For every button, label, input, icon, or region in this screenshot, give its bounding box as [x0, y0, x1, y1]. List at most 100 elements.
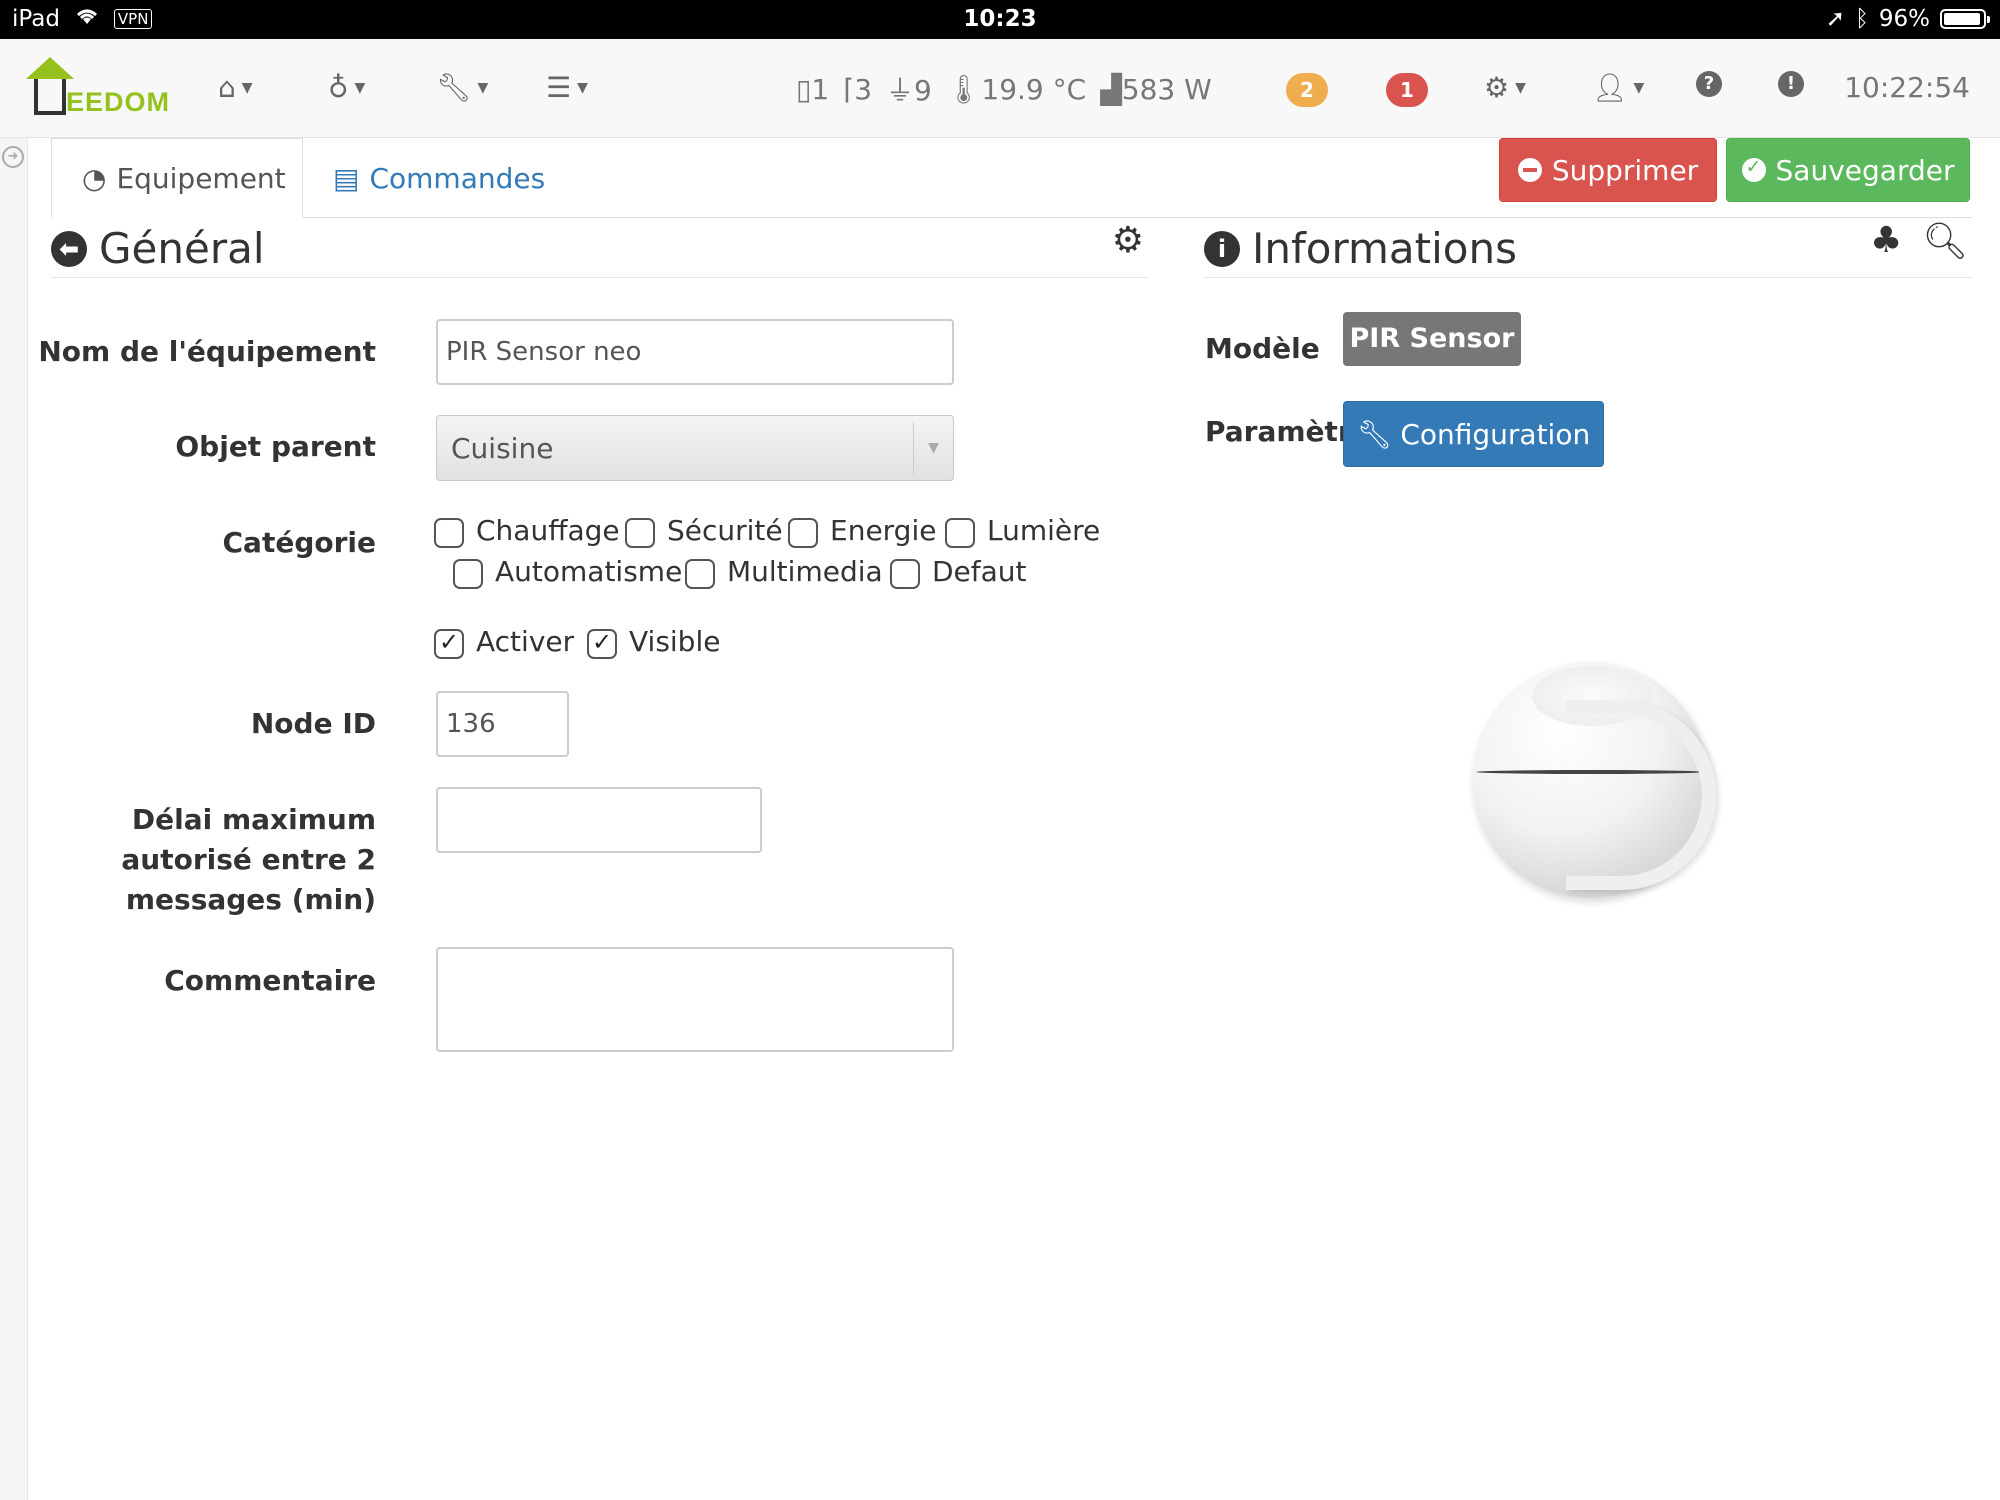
chevron-down-icon: ▼ — [1633, 79, 1645, 96]
activate-checkbox[interactable]: Activer — [434, 623, 574, 659]
save-button-label: Sauvegarder — [1775, 153, 1955, 187]
door-icon: ▯ — [796, 72, 812, 106]
tab-equipement[interactable]: ◔ Equipement — [51, 138, 303, 218]
checkbox-box[interactable] — [453, 559, 483, 589]
tasks-icon: ☰ — [546, 71, 572, 104]
delete-button[interactable]: Supprimer — [1499, 138, 1717, 202]
tree-icon[interactable]: ♣ — [1870, 220, 1902, 262]
global-summary[interactable]: ▯1 ⌈3 ⏚9 🌡︎19.9 °C ▟583 W — [796, 69, 1212, 109]
name-input[interactable]: PIR Sensor neo — [436, 319, 954, 385]
wrench-icon: 🔧︎ — [436, 71, 472, 104]
home-menu[interactable]: ⌂ ▼ — [218, 71, 253, 104]
comment-label: Commentaire — [164, 964, 376, 997]
parent-object-select[interactable]: Cuisine ▼ — [436, 415, 954, 481]
category-multimedia-checkbox[interactable]: Multimedia — [685, 553, 883, 589]
max-delay-label: Délai maximum autorisé entre 2 messages … — [121, 803, 376, 916]
tab-commandes-label: Commandes — [369, 161, 546, 195]
checkbox-box-checked[interactable] — [434, 628, 464, 659]
chevron-down-icon: ▼ — [241, 79, 253, 96]
list-alt-icon: ▤ — [333, 161, 360, 195]
window-summary[interactable]: ⌈3 — [843, 73, 872, 106]
general-title: Général — [99, 224, 265, 273]
info-circle-icon: i — [1204, 230, 1240, 267]
minus-circle-icon — [1517, 158, 1542, 182]
battery-fill — [1944, 13, 1981, 25]
model-label: Modèle — [1205, 332, 1320, 365]
arrow-right-circle-icon[interactable]: ➜ — [2, 146, 24, 168]
power-summary[interactable]: ▟583 W — [1100, 73, 1212, 106]
name-label: Nom de l'équipement — [38, 335, 376, 368]
area-chart-icon: ▟ — [1100, 72, 1122, 106]
warning-badge[interactable]: 2 — [1286, 73, 1328, 107]
checkbox-box[interactable] — [945, 518, 975, 548]
model-badge: PIR Sensor — [1343, 312, 1521, 366]
checkbox-box[interactable] — [625, 518, 655, 548]
category-securite-checkbox[interactable]: Sécurité — [625, 512, 783, 548]
exclamation-circle-icon: ! — [1778, 71, 1804, 97]
category-automatisme-checkbox[interactable]: Automatisme — [453, 553, 682, 589]
jeedom-logo[interactable]: EEDOM — [26, 57, 169, 119]
advanced-config-cogs-icon[interactable]: ⚙ — [1112, 220, 1144, 261]
category-energie-checkbox[interactable]: Energie — [788, 512, 936, 548]
logo-text: EEDOM — [66, 87, 171, 117]
device-image — [1472, 662, 1716, 906]
plugins-menu[interactable]: ☰ ▼ — [546, 71, 588, 104]
configuration-button-label: Configuration — [1400, 417, 1591, 451]
checkbox-box[interactable] — [434, 518, 464, 548]
thermometer-icon: 🌡︎ — [945, 72, 982, 106]
tab-commandes[interactable]: ▤ Commandes — [303, 138, 575, 218]
general-tools: ⚙ — [1112, 220, 1144, 261]
alert-badge[interactable]: 1 — [1386, 73, 1428, 107]
configuration-button[interactable]: 🔧︎ Configuration — [1343, 401, 1604, 467]
delete-button-label: Supprimer — [1551, 153, 1699, 187]
parent-object-label: Objet parent — [175, 430, 376, 463]
checkbox-box[interactable] — [788, 518, 818, 548]
information-section-header: i Informations ♣ 🔍︎ — [1204, 220, 1972, 278]
analysis-menu[interactable]: ♁ ▼ — [328, 71, 365, 104]
logo-house-body — [34, 79, 66, 115]
chevron-down-icon: ▼ — [477, 79, 489, 96]
system-status-bar: iPad VPN 10:23 ➚ ᛒ 96% — [0, 0, 2000, 39]
parent-object-value: Cuisine — [451, 431, 554, 465]
status-time: 10:23 — [963, 6, 1037, 32]
category-lumiere-checkbox[interactable]: Lumière — [945, 512, 1100, 548]
tab-equipement-label: Equipement — [116, 161, 286, 195]
chevron-down-icon: ▼ — [1515, 79, 1526, 96]
arrow-circle-left-icon[interactable]: ⬅ — [51, 230, 87, 267]
location-arrow-icon: ➚ — [1825, 6, 1846, 32]
category-chauffage-checkbox[interactable]: Chauffage — [434, 512, 620, 548]
top-navbar: EEDOM ⌂ ▼ ♁ ▼ 🔧︎ ▼ ☰ ▼ ▯1 ⌈3 ⏚9 🌡︎19.9 °C ▟5… — [0, 39, 2000, 138]
visible-checkbox[interactable]: Visible — [587, 623, 720, 659]
checkbox-box-checked[interactable] — [587, 628, 617, 659]
node-id-label: Node ID — [250, 707, 376, 740]
chevron-down-icon: ▼ — [913, 422, 953, 474]
user-menu[interactable]: 👤︎ ▼ — [1592, 71, 1644, 104]
check-circle-icon — [1741, 156, 1766, 182]
plug-summary[interactable]: ⏚9 — [886, 69, 932, 109]
category-label: Catégorie — [222, 526, 377, 559]
checkbox-box[interactable] — [685, 559, 715, 589]
checkbox-box[interactable] — [890, 559, 920, 589]
category-defaut-checkbox[interactable]: Defaut — [890, 553, 1027, 589]
sidebar-toggle-strip[interactable]: ➜ — [0, 138, 28, 1500]
information-title: Informations — [1252, 224, 1518, 273]
node-id-input[interactable]: 136 — [436, 691, 569, 757]
cogs-icon: ⚙ — [1484, 71, 1510, 104]
battery-percent: 96% — [1878, 6, 1930, 32]
wrench-icon: 🔧︎ — [1356, 417, 1393, 451]
temperature-summary[interactable]: 🌡︎19.9 °C — [946, 73, 1086, 106]
stethoscope-icon: ♁ — [328, 71, 349, 104]
help-button[interactable]: ? — [1696, 71, 1722, 97]
door-summary[interactable]: ▯1 — [796, 73, 829, 106]
battery-icon — [1940, 9, 1990, 29]
max-delay-input[interactable] — [436, 787, 762, 853]
settings-menu[interactable]: ⚙ ▼ — [1484, 71, 1526, 104]
comment-textarea[interactable] — [436, 947, 954, 1052]
tools-menu[interactable]: 🔧︎ ▼ — [436, 71, 488, 104]
status-right: ➚ ᛒ 96% — [1825, 6, 1990, 32]
search-icon[interactable]: 🔍︎ — [1922, 220, 1968, 262]
chevron-down-icon: ▼ — [354, 79, 366, 96]
home-icon: ⌂ — [218, 71, 236, 104]
save-button[interactable]: Sauvegarder — [1726, 138, 1970, 202]
report-bug-button[interactable]: ! — [1778, 71, 1804, 97]
